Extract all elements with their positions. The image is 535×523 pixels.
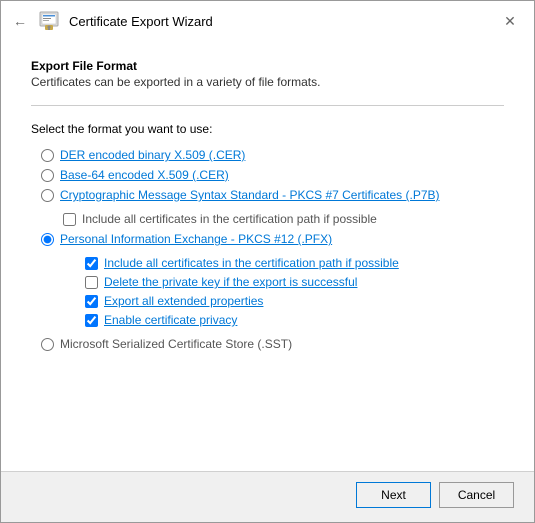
format-base64-label[interactable]: Base-64 encoded X.509 (.CER) bbox=[60, 168, 229, 182]
pfx-include-all-label[interactable]: Include all certificates in the certific… bbox=[104, 256, 399, 270]
pfx-include-all-option: Include all certificates in the certific… bbox=[85, 256, 504, 270]
format-sst-radio[interactable] bbox=[41, 338, 54, 351]
dialog-content: Export File Format Certificates can be e… bbox=[1, 39, 534, 471]
section-desc: Certificates can be exported in a variet… bbox=[31, 75, 504, 89]
title-bar-left: ← Certificate Export Wizard bbox=[13, 9, 498, 33]
pfx-delete-key-label[interactable]: Delete the private key if the export is … bbox=[104, 275, 357, 289]
dialog-title: Certificate Export Wizard bbox=[69, 14, 213, 29]
format-pfx-option: Personal Information Exchange - PKCS #12… bbox=[41, 232, 504, 246]
section-title: Export File Format bbox=[31, 59, 504, 73]
title-bar: ← Certificate Export Wizard ✕ bbox=[1, 1, 534, 39]
pfx-privacy-checkbox[interactable] bbox=[85, 314, 98, 327]
format-pkcs7-label[interactable]: Cryptographic Message Syntax Standard - … bbox=[60, 188, 440, 202]
pkcs7-include-all-option: Include all certificates in the certific… bbox=[63, 212, 504, 226]
section-header: Export File Format Certificates can be e… bbox=[31, 59, 504, 89]
format-pfx-label[interactable]: Personal Information Exchange - PKCS #12… bbox=[60, 232, 332, 246]
divider bbox=[31, 105, 504, 106]
next-button[interactable]: Next bbox=[356, 482, 431, 508]
format-der-option: DER encoded binary X.509 (.CER) bbox=[41, 148, 504, 162]
cancel-button[interactable]: Cancel bbox=[439, 482, 514, 508]
format-der-radio[interactable] bbox=[41, 149, 54, 162]
pfx-extended-label[interactable]: Export all extended properties bbox=[104, 294, 263, 308]
pkcs7-include-all-label[interactable]: Include all certificates in the certific… bbox=[82, 212, 377, 226]
pfx-privacy-label[interactable]: Enable certificate privacy bbox=[104, 313, 237, 327]
format-der-label[interactable]: DER encoded binary X.509 (.CER) bbox=[60, 148, 245, 162]
format-pfx-radio[interactable] bbox=[41, 233, 54, 246]
format-sst-option: Microsoft Serialized Certificate Store (… bbox=[41, 337, 504, 351]
format-select-label: Select the format you want to use: bbox=[31, 122, 504, 136]
pfx-extended-option: Export all extended properties bbox=[85, 294, 504, 308]
pfx-include-all-checkbox[interactable] bbox=[85, 257, 98, 270]
pkcs7-suboptions: Include all certificates in the certific… bbox=[63, 212, 504, 226]
close-button[interactable]: ✕ bbox=[498, 9, 522, 33]
format-pkcs7-option: Cryptographic Message Syntax Standard - … bbox=[41, 188, 504, 202]
pfx-delete-key-option: Delete the private key if the export is … bbox=[85, 275, 504, 289]
pfx-delete-key-checkbox[interactable] bbox=[85, 276, 98, 289]
format-pkcs7-radio[interactable] bbox=[41, 189, 54, 202]
pfx-privacy-option: Enable certificate privacy bbox=[85, 313, 504, 327]
format-base64-option: Base-64 encoded X.509 (.CER) bbox=[41, 168, 504, 182]
wizard-icon bbox=[37, 9, 61, 33]
certificate-export-wizard-dialog: ← Certificate Export Wizard ✕ Export Fil… bbox=[0, 0, 535, 523]
pkcs7-include-all-checkbox[interactable] bbox=[63, 213, 76, 226]
format-options-list: DER encoded binary X.509 (.CER) Base-64 … bbox=[41, 148, 504, 351]
dialog-footer: Next Cancel bbox=[1, 471, 534, 522]
back-button[interactable]: ← bbox=[13, 13, 27, 29]
pfx-suboptions: Include all certificates in the certific… bbox=[85, 256, 504, 327]
format-base64-radio[interactable] bbox=[41, 169, 54, 182]
pfx-extended-checkbox[interactable] bbox=[85, 295, 98, 308]
format-sst-label[interactable]: Microsoft Serialized Certificate Store (… bbox=[60, 337, 292, 351]
